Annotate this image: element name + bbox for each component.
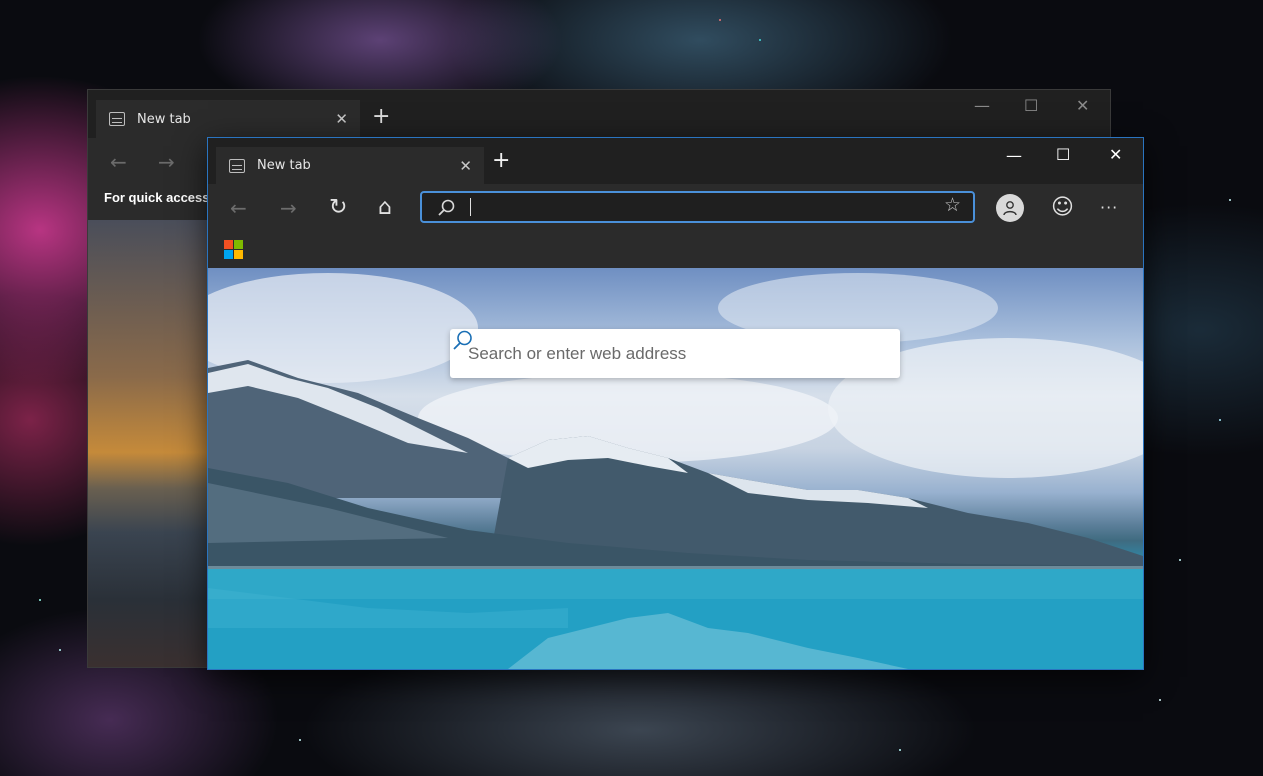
more-menu-button[interactable]: ··· <box>1100 194 1118 222</box>
text-cursor <box>470 198 471 216</box>
favorites-bar <box>208 232 1143 268</box>
browser-window-foreground[interactable]: New tab ✕ + — ☐ ✕ ← → ↻ ⌂ ☆ ☺ ··· Search… <box>208 138 1143 669</box>
tab-title: New tab <box>257 158 311 173</box>
tab-title: New tab <box>137 111 191 127</box>
tab-new-tab[interactable]: New tab ✕ <box>96 100 360 138</box>
tab-close-button[interactable]: ✕ <box>459 157 472 175</box>
back-button[interactable]: ← <box>110 150 127 174</box>
close-button[interactable]: ✕ <box>1076 96 1089 115</box>
new-tab-button[interactable]: + <box>372 104 390 129</box>
forward-button[interactable]: → <box>280 194 297 222</box>
person-icon <box>1003 201 1017 216</box>
refresh-button[interactable]: ↻ <box>329 194 347 222</box>
microsoft-logo-icon[interactable] <box>224 240 243 259</box>
web-search-box[interactable]: Search or enter web address <box>450 329 900 378</box>
address-bar[interactable]: ☆ <box>420 191 975 223</box>
profile-button[interactable] <box>996 194 1024 222</box>
favorite-star-icon[interactable]: ☆ <box>944 194 961 216</box>
quick-access-text: For quick access, <box>104 190 214 205</box>
navigation-toolbar: ← → ↻ ⌂ ☆ ☺ ··· <box>208 184 1143 232</box>
forward-button[interactable]: → <box>158 150 175 174</box>
home-button[interactable]: ⌂ <box>378 194 392 222</box>
maximize-button[interactable]: ☐ <box>1056 145 1070 164</box>
new-tab-page: Search or enter web address <box>208 268 1143 669</box>
new-tab-button[interactable]: + <box>492 148 510 173</box>
feedback-smiley-icon[interactable]: ☺ <box>1051 194 1074 222</box>
search-icon <box>438 199 455 216</box>
back-button[interactable]: ← <box>230 194 247 222</box>
new-tab-page-icon <box>109 112 125 126</box>
search-icon[interactable] <box>450 329 474 353</box>
tab-close-button[interactable]: ✕ <box>335 110 348 128</box>
tab-strip: New tab ✕ + — ☐ ✕ <box>88 90 1110 138</box>
tab-new-tab[interactable]: New tab ✕ <box>216 147 484 184</box>
new-tab-page-icon <box>229 158 245 173</box>
search-placeholder: Search or enter web address <box>468 343 687 363</box>
close-button[interactable]: ✕ <box>1109 145 1122 164</box>
maximize-button[interactable]: ☐ <box>1024 96 1038 115</box>
minimize-button[interactable]: — <box>974 96 990 115</box>
tab-strip: New tab ✕ + — ☐ ✕ <box>208 138 1143 184</box>
minimize-button[interactable]: — <box>1006 146 1022 165</box>
